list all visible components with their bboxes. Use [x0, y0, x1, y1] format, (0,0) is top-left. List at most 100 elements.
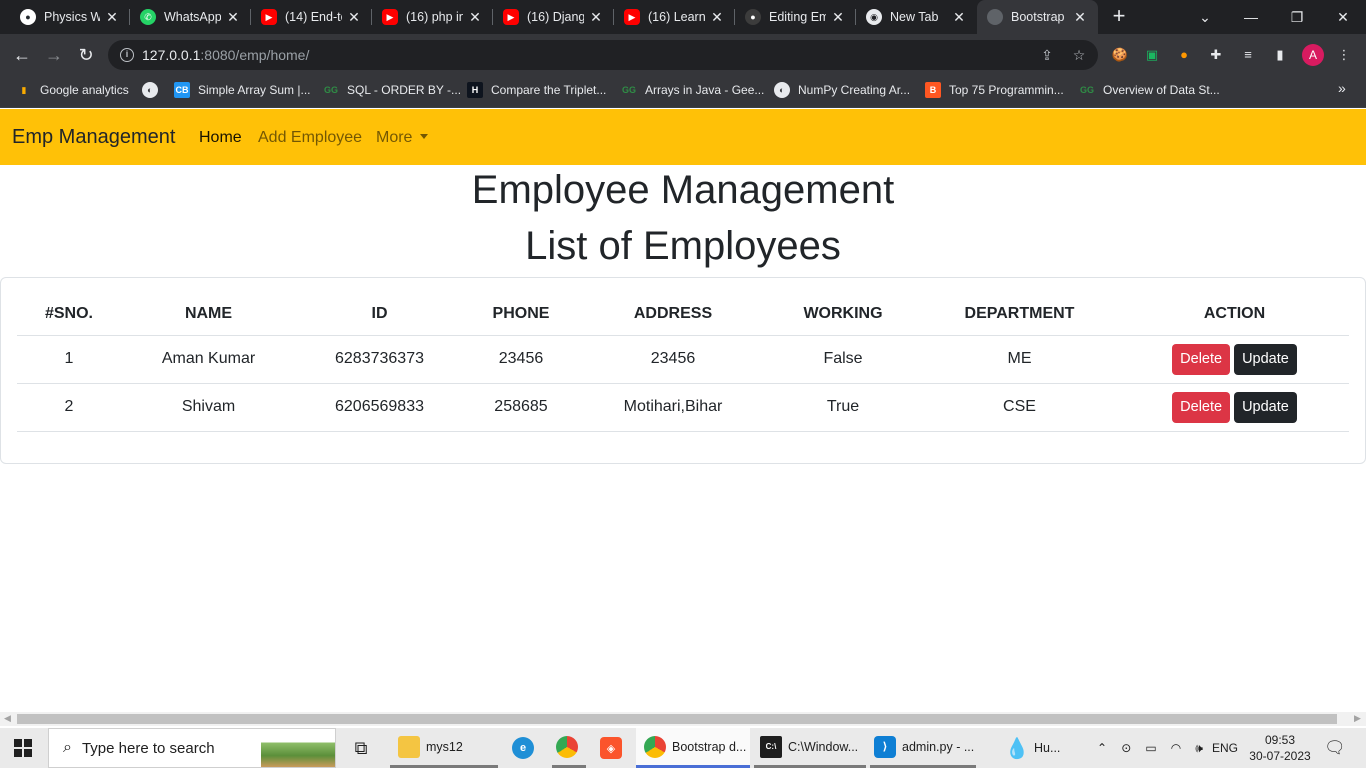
- close-icon[interactable]: ✕: [1072, 9, 1088, 26]
- taskbar-search-box[interactable]: ⌕ Type here to search: [48, 728, 336, 768]
- bookmark-label: Overview of Data St...: [1103, 83, 1220, 97]
- bookmark-arrays-java[interactable]: GG Arrays in Java - Gee...: [621, 76, 764, 104]
- minimize-button[interactable]: —: [1228, 0, 1274, 34]
- bookmark-simple-array-sum[interactable]: CB Simple Array Sum |...: [174, 76, 310, 104]
- close-icon[interactable]: ✕: [709, 9, 725, 26]
- bookmark-compare-triplets[interactable]: H Compare the Triplet...: [467, 76, 606, 104]
- taskbar-app-label: Bootstrap d...: [672, 739, 747, 754]
- close-icon[interactable]: ✕: [104, 9, 120, 26]
- notification-icon[interactable]: 🗨: [1324, 728, 1346, 768]
- media-control-icon[interactable]: ≡: [1239, 46, 1257, 64]
- extension-green-icon[interactable]: ▣: [1143, 46, 1161, 64]
- close-icon[interactable]: ✕: [467, 9, 483, 26]
- cookie-extension-icon[interactable]: 🍪: [1111, 46, 1129, 64]
- cell-working: False: [767, 335, 919, 384]
- tab-youtube-2[interactable]: ▶ (16) php in ✕: [372, 0, 493, 34]
- taskbar-app-bootstrap-chrome[interactable]: Bootstrap d...: [636, 728, 750, 768]
- tab-youtube-3[interactable]: ▶ (16) Djang ✕: [493, 0, 614, 34]
- scrollbar-thumb[interactable]: [17, 714, 1337, 724]
- share-icon[interactable]: ⇪: [1038, 46, 1056, 64]
- battery-icon[interactable]: ▭: [1145, 741, 1156, 755]
- employee-table: #SNO. NAME ID PHONE ADDRESS WORKING DEPA…: [17, 294, 1349, 432]
- delete-button[interactable]: Delete: [1172, 343, 1231, 375]
- update-button[interactable]: Update: [1234, 391, 1297, 423]
- tab-github[interactable]: ● Editing Em ✕: [735, 0, 856, 34]
- tab-title: (16) php in: [406, 10, 463, 24]
- close-icon[interactable]: ✕: [588, 9, 604, 26]
- volume-icon[interactable]: 🕪: [1195, 741, 1203, 756]
- back-arrow-icon[interactable]: ←: [10, 43, 34, 67]
- header-department: DEPARTMENT: [919, 294, 1120, 336]
- horizontal-scrollbar[interactable]: ◀ ▶: [0, 712, 1366, 726]
- profile-avatar[interactable]: A: [1302, 44, 1324, 66]
- extension-orange-icon[interactable]: ●: [1175, 46, 1193, 64]
- tab-title: Bootstrap: [1011, 10, 1065, 24]
- table-row: 1 Aman Kumar 6283736373 23456 23456 Fals…: [17, 335, 1349, 384]
- taskbar-app-chrome[interactable]: [552, 728, 586, 768]
- close-icon[interactable]: ✕: [225, 9, 241, 26]
- meet-now-icon[interactable]: ⊙: [1121, 741, 1131, 755]
- forward-arrow-icon[interactable]: →: [42, 43, 66, 67]
- wifi-icon[interactable]: ◠: [1171, 741, 1181, 755]
- bookmarks-bar: ▮ Google analytics ◐ CB Simple Array Sum…: [0, 76, 1366, 108]
- address-bar[interactable]: i 127.0.0.1:8080/emp/home/ ⇪ ☆: [108, 40, 1098, 70]
- delete-button[interactable]: Delete: [1172, 391, 1231, 423]
- bookmark-top-75[interactable]: B Top 75 Programmin...: [925, 76, 1064, 104]
- taskbar-app-edge[interactable]: e: [512, 728, 538, 768]
- language-indicator[interactable]: ENG: [1212, 728, 1238, 768]
- bookmark-google-analytics[interactable]: ▮ Google analytics: [16, 76, 129, 104]
- url-text[interactable]: 127.0.0.1:8080/emp/home/: [142, 47, 309, 63]
- new-tab-button[interactable]: +: [1108, 5, 1130, 27]
- restore-button[interactable]: ❐: [1274, 0, 1320, 34]
- nav-add-employee[interactable]: Add Employee: [258, 129, 362, 147]
- navbar-brand[interactable]: Emp Management: [12, 126, 175, 149]
- tab-bootstrap-active[interactable]: Bootstrap ✕: [977, 0, 1098, 34]
- scroll-left-arrow-icon[interactable]: ◀: [4, 713, 11, 724]
- taskbar-app-brave[interactable]: ◈: [600, 728, 630, 768]
- close-icon[interactable]: ✕: [830, 9, 846, 26]
- taskbar-app-cmd[interactable]: C:\ C:\Window...: [754, 728, 866, 768]
- header-name: NAME: [121, 294, 296, 336]
- tab-new-tab[interactable]: ◉ New Tab ✕: [856, 0, 977, 34]
- tab-whatsapp[interactable]: ✆ WhatsApp ✕: [130, 0, 251, 34]
- site-info-icon[interactable]: i: [120, 48, 134, 62]
- taskbar-weather[interactable]: 💧 Hu...: [1005, 728, 1076, 768]
- youtube-icon: ▶: [503, 9, 519, 25]
- task-view-icon[interactable]: ⧉: [348, 728, 374, 768]
- clock[interactable]: 09:53 30-07-2023: [1240, 732, 1320, 764]
- bookmark-overview-ds[interactable]: GG Overview of Data St...: [1079, 76, 1220, 104]
- more-bookmarks-chevron-icon[interactable]: »: [1338, 80, 1346, 96]
- tab-youtube-4[interactable]: ▶ (16) Learn ✕: [614, 0, 735, 34]
- chevron-up-icon[interactable]: ⌃: [1097, 741, 1107, 755]
- reload-icon[interactable]: ↻: [74, 43, 98, 67]
- tab-title: (14) End-to: [285, 10, 342, 24]
- bookmark-star-icon[interactable]: ☆: [1070, 46, 1088, 64]
- update-button[interactable]: Update: [1234, 343, 1297, 375]
- taskbar-app-explorer[interactable]: mys12: [390, 728, 498, 768]
- system-tray: ⌃ ⊙ ▭ ◠ 🕪: [1090, 728, 1210, 768]
- bookmark-sql-order-by[interactable]: GG SQL - ORDER BY -...: [323, 76, 461, 104]
- side-panel-icon[interactable]: ▮: [1271, 46, 1289, 64]
- chrome-menu-icon[interactable]: ⋮: [1335, 46, 1353, 64]
- bookmark-label: SQL - ORDER BY -...: [347, 83, 462, 97]
- close-window-button[interactable]: ✕: [1320, 0, 1366, 34]
- tab-search-chevron-icon[interactable]: ⌄: [1182, 0, 1228, 34]
- tab-youtube-1[interactable]: ▶ (14) End-to ✕: [251, 0, 372, 34]
- caret-down-icon: [420, 134, 429, 139]
- bookmark-label: Compare the Triplet...: [491, 83, 607, 97]
- taskbar-app-vscode[interactable]: ⟩ admin.py - ...: [870, 728, 976, 768]
- bookmark-numpy[interactable]: ◐ NumPy Creating Ar...: [774, 76, 910, 104]
- gfg-icon: GG: [621, 85, 636, 95]
- windows-start-icon[interactable]: [14, 739, 32, 757]
- scroll-right-arrow-icon[interactable]: ▶: [1354, 713, 1361, 724]
- extensions-puzzle-icon[interactable]: ✚: [1207, 46, 1225, 64]
- header-working: WORKING: [767, 294, 919, 336]
- nav-home[interactable]: Home: [199, 129, 242, 147]
- tab-physics[interactable]: ● Physics Wa ✕: [0, 0, 130, 34]
- close-icon[interactable]: ✕: [951, 9, 967, 26]
- bookmark-globe[interactable]: ◐: [142, 76, 166, 104]
- tab-title: (16) Learn: [648, 10, 705, 24]
- close-icon[interactable]: ✕: [346, 9, 362, 26]
- cell-sno: 2: [17, 383, 121, 432]
- nav-more-dropdown[interactable]: More: [376, 129, 429, 147]
